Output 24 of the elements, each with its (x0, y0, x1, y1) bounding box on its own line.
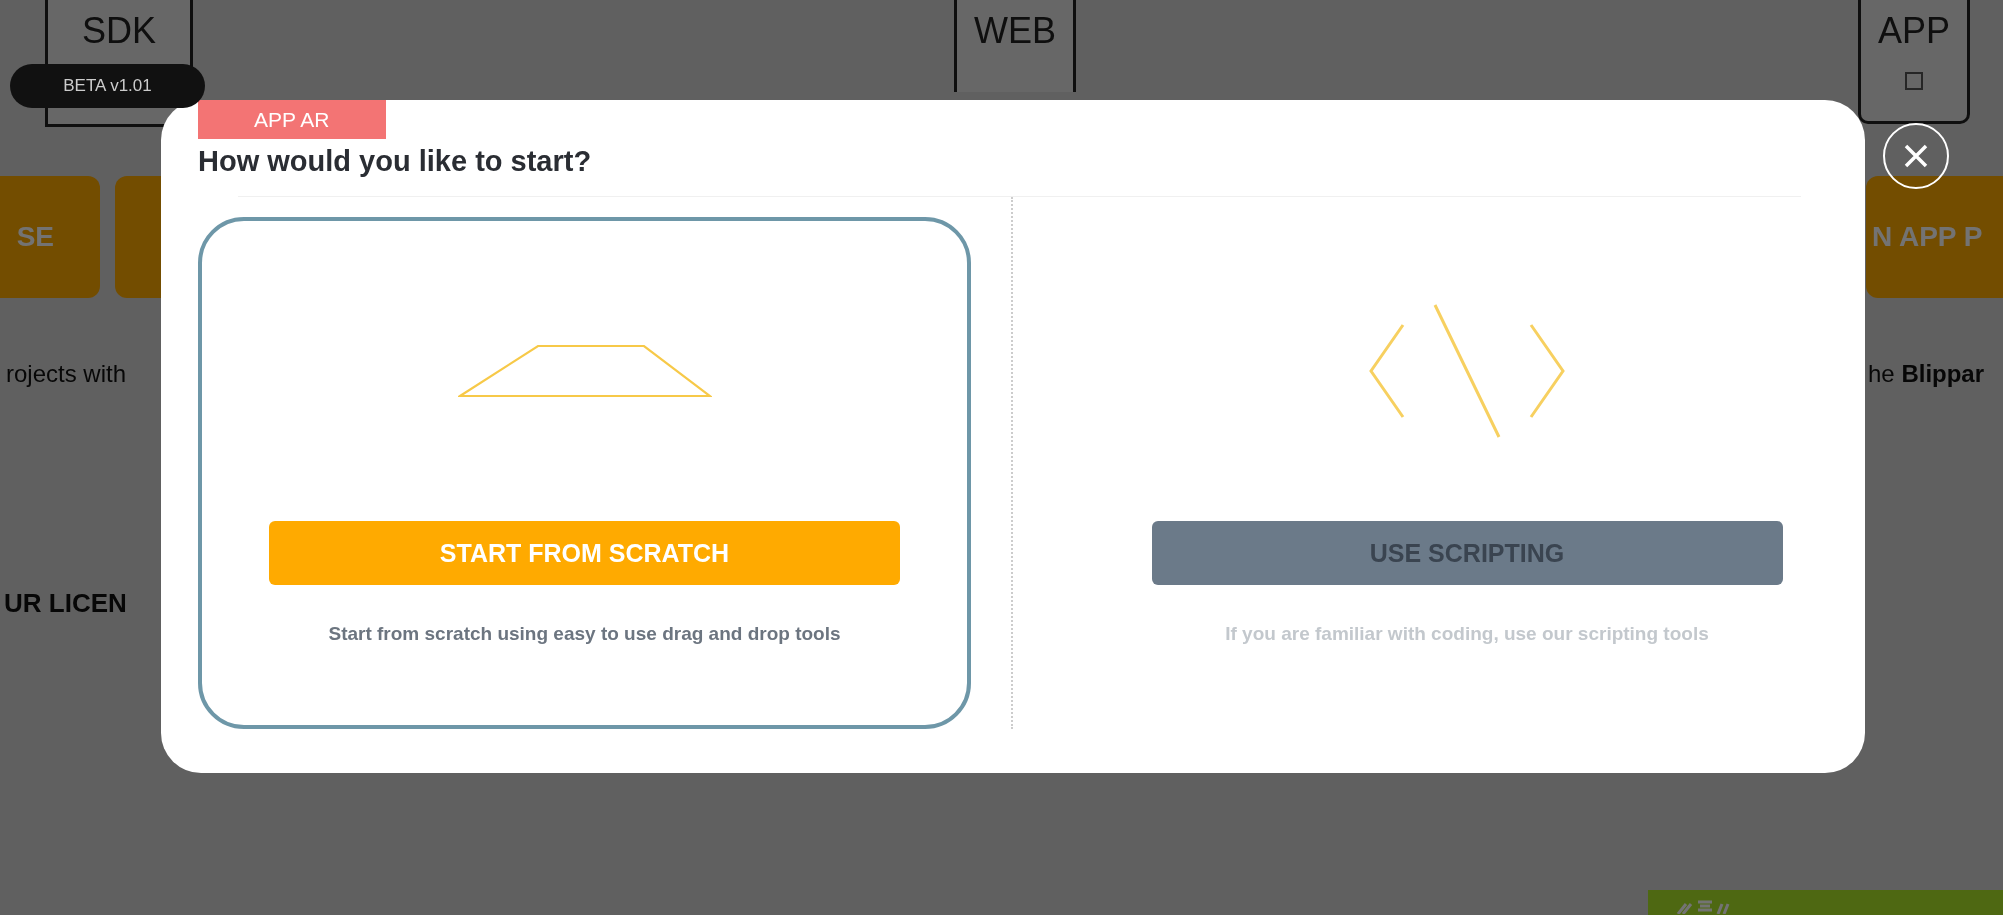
trapezoid-icon (457, 344, 712, 398)
square-icon (1905, 72, 1923, 90)
tile-label: WEB (974, 10, 1056, 52)
option-button[interactable]: USE SCRIPTING (1151, 521, 1783, 585)
category-tag: APP AR (198, 100, 386, 139)
intro-text: he Blippar (1868, 360, 1985, 388)
modal-title: How would you like to start? (198, 145, 593, 178)
action-tile[interactable]: SE (0, 176, 100, 298)
close-button[interactable] (1883, 123, 1949, 189)
platform-tile[interactable]: APP (1858, 0, 1970, 124)
close-icon (1903, 143, 1929, 169)
option-description: If you are familiar with coding, use our scripting tools (1225, 623, 1709, 645)
action-tile[interactable]: N APP P (1866, 176, 2003, 298)
tile-label: SDK (82, 10, 156, 52)
code-icon (1367, 303, 1567, 439)
option-button[interactable]: START FROM SCRATCH (269, 521, 900, 585)
intro-text: rojects with (6, 360, 127, 388)
section-heading: UR LICEN (4, 588, 127, 619)
tile-label: APP (1877, 10, 1950, 52)
option-card[interactable]: START FROM SCRATCH Start from scratch using easy to use drag and drop tools (198, 217, 971, 729)
platform-tile[interactable]: WEB (954, 0, 1076, 92)
beta-badge: BETA v1.01 (10, 64, 205, 108)
option-card[interactable]: USE SCRIPTING If you are familiar with coding, use our scripting tools (1053, 217, 1801, 729)
option-description: Start from scratch using easy to use drag and drop tools (328, 623, 841, 645)
